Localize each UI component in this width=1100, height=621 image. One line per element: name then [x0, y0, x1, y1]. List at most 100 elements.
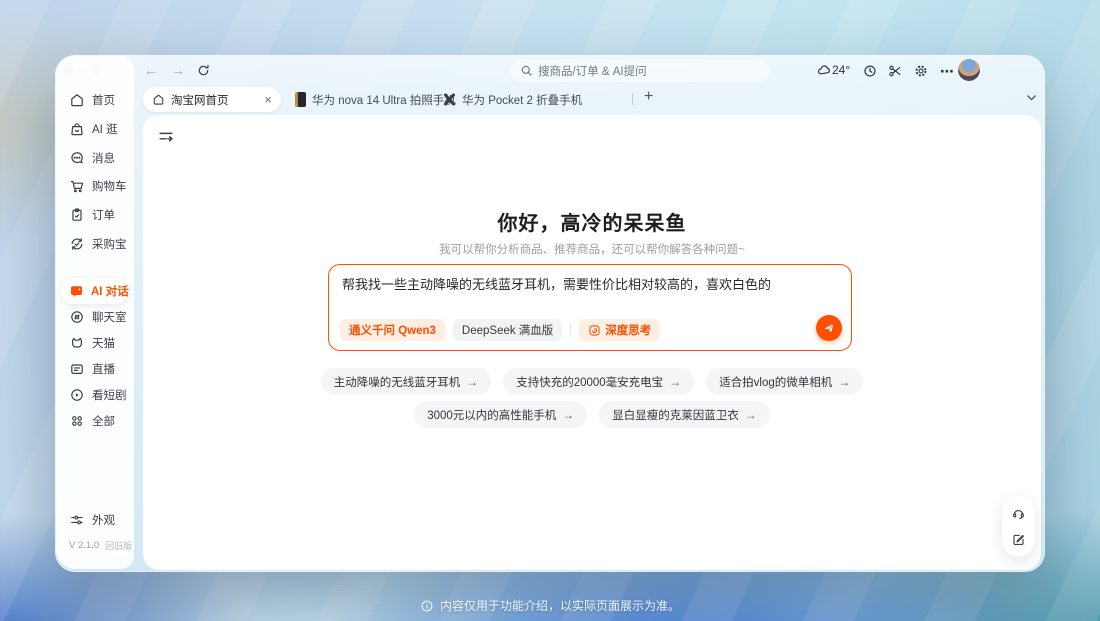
- model-selector-row: 通义千问 Qwen3 DeepSeek 满血版 深度思考: [340, 319, 660, 341]
- ellipsis-icon: ⋯: [940, 63, 954, 80]
- tab-taobao-home[interactable]: 淘宝网首页 ×: [143, 87, 281, 112]
- search-placeholder: 搜商品/订单 & AI提问: [538, 63, 647, 79]
- message-input[interactable]: 帮我找一些主动降噪的无线蓝牙耳机，需要性价比相对较高的，喜欢白色的: [342, 275, 805, 295]
- suggestion-chip[interactable]: 3000元以内的高性能手机 →: [414, 401, 587, 428]
- sidebar-item-label: AI 对话: [91, 283, 129, 299]
- model-deepseek-pill[interactable]: DeepSeek 满血版: [453, 319, 562, 341]
- app-window: ← → 搜商品/订单 & AI提问 24°: [55, 55, 1045, 572]
- suggestion-chip[interactable]: 显白显瘦的克莱因蓝卫衣 →: [599, 401, 770, 428]
- notice-text: 内容仅用于功能介绍，以实际页面展示为准。: [440, 597, 680, 614]
- settings-button[interactable]: [912, 63, 930, 79]
- sidebar-item-caigoubao[interactable]: 采购宝: [56, 232, 134, 256]
- tab-list-button[interactable]: [1025, 91, 1038, 104]
- nav-reload-button[interactable]: [194, 61, 212, 79]
- tab-label: 淘宝网首页: [171, 92, 229, 108]
- sidebar-item-label: 聊天室: [92, 309, 127, 325]
- sidebar: 首页 AI 逛 消息 购物车 订单 采购宝: [56, 56, 134, 569]
- forward-arrow-icon: →: [171, 62, 185, 78]
- nav-back-button[interactable]: ←: [142, 61, 160, 79]
- sliders-icon: [69, 512, 85, 528]
- clock-icon: [862, 63, 878, 79]
- chip-label: 支持快充的20000毫安充电宝: [516, 374, 663, 390]
- sidebar-item-orders[interactable]: 订单: [56, 203, 134, 227]
- new-tab-button[interactable]: +: [644, 88, 653, 106]
- feedback-icon[interactable]: [1011, 532, 1026, 547]
- back-arrow-icon: ←: [144, 62, 158, 78]
- shopping-bag-icon: [69, 121, 85, 137]
- tab-huawei-pocket[interactable]: 华为 Pocket 2 折叠手机: [443, 87, 582, 112]
- procurement-icon: [69, 236, 85, 252]
- sidebar-item-chatroom[interactable]: 聊天室: [56, 305, 134, 329]
- sidebar-item-ai-chat[interactable]: AI 对话: [56, 279, 134, 303]
- product-thumbnail: [295, 92, 306, 107]
- search-icon: [520, 64, 533, 77]
- greeting-title: 你好，高冷的呆呆鱼: [143, 207, 1041, 236]
- sidebar-item-label: 首页: [92, 92, 115, 108]
- nav-forward-button[interactable]: →: [169, 61, 187, 79]
- play-circle-icon: [69, 387, 85, 403]
- avatar[interactable]: [958, 59, 980, 81]
- temperature-label: 24°: [832, 63, 850, 77]
- sidebar-item-ai-shop[interactable]: AI 逛: [56, 117, 134, 141]
- sidebar-item-label: 购物车: [92, 178, 127, 194]
- sidebar-item-label: 直播: [92, 361, 115, 377]
- sidebar-item-tmall[interactable]: 天猫: [56, 331, 134, 355]
- tmall-cat-icon: [69, 335, 85, 351]
- sidebar-item-label: 外观: [92, 512, 115, 528]
- tab-label: 华为 Pocket 2 折叠手机: [462, 92, 582, 108]
- sidebar-item-appearance[interactable]: 外观: [56, 508, 134, 532]
- arrow-right-icon: →: [669, 375, 681, 389]
- tab-close-icon[interactable]: ×: [264, 93, 272, 106]
- suggestion-chip[interactable]: 主动降噪的无线蓝牙耳机 →: [321, 368, 492, 395]
- tab-divider: [632, 93, 633, 105]
- send-button[interactable]: [816, 315, 842, 341]
- chip-label: 主动降噪的无线蓝牙耳机: [334, 374, 461, 390]
- sidebar-item-live[interactable]: 直播: [56, 357, 134, 381]
- sidebar-item-label: 天猫: [92, 335, 115, 351]
- search-input[interactable]: 搜商品/订单 & AI提问: [510, 59, 770, 82]
- home-icon: [152, 93, 165, 106]
- arrow-right-icon: →: [562, 408, 574, 422]
- reload-icon: [196, 63, 211, 78]
- sidebar-item-cart[interactable]: 购物车: [56, 174, 134, 198]
- chip-label: 3000元以内的高性能手机: [427, 407, 556, 423]
- suggestion-chip[interactable]: 适合拍vlog的微单相机 →: [706, 368, 863, 395]
- sidebar-item-all[interactable]: 全部: [56, 409, 134, 433]
- model-label: DeepSeek 满血版: [462, 322, 553, 338]
- deep-think-label: 深度思考: [605, 322, 651, 338]
- chat-bubble-icon: [69, 150, 85, 166]
- version-info: V 2.1.0 回旧版: [69, 539, 132, 552]
- live-screen-icon: [69, 361, 85, 377]
- model-label: 通义千问 Qwen3: [349, 322, 436, 338]
- arrow-right-icon: →: [838, 375, 850, 389]
- sidebar-item-label: 全部: [92, 413, 115, 429]
- sidebar-item-label: 看短剧: [92, 387, 127, 403]
- clipboard-icon: [69, 207, 85, 223]
- suggestion-chip[interactable]: 支持快充的20000毫安充电宝 →: [503, 368, 694, 395]
- suggestion-row: 主动降噪的无线蓝牙耳机 → 支持快充的20000毫安充电宝 → 适合拍vlog的…: [143, 368, 1041, 395]
- history-button[interactable]: [861, 63, 879, 79]
- gear-icon: [913, 63, 929, 79]
- grid-icon: [69, 413, 85, 429]
- sidebar-item-home[interactable]: 首页: [56, 88, 134, 112]
- cloud-icon: [816, 63, 832, 79]
- home-icon: [69, 92, 85, 108]
- ai-chat-icon: [69, 284, 84, 299]
- tab-divider: [431, 93, 432, 105]
- collapse-sidebar-button[interactable]: [157, 128, 175, 146]
- more-menu-button[interactable]: ⋯: [938, 63, 956, 79]
- collapse-icon: [157, 128, 175, 146]
- sidebar-item-short-drama[interactable]: 看短剧: [56, 383, 134, 407]
- info-icon: [420, 599, 434, 613]
- sidebar-item-messages[interactable]: 消息: [56, 146, 134, 170]
- customer-service-icon[interactable]: [1011, 506, 1026, 521]
- model-qwen-pill[interactable]: 通义千问 Qwen3: [340, 319, 445, 341]
- deep-think-toggle[interactable]: 深度思考: [579, 319, 660, 341]
- chip-label: 适合拍vlog的微单相机: [719, 374, 832, 390]
- arrow-right-icon: →: [745, 408, 757, 422]
- old-version-link[interactable]: 回旧版: [105, 539, 132, 552]
- screenshot-button[interactable]: [886, 63, 904, 79]
- paper-plane-icon: [822, 321, 836, 335]
- weather-button[interactable]: [815, 63, 833, 79]
- greeting-subtitle: 我可以帮你分析商品、推荐商品，还可以帮你解答各种问题~: [143, 241, 1041, 257]
